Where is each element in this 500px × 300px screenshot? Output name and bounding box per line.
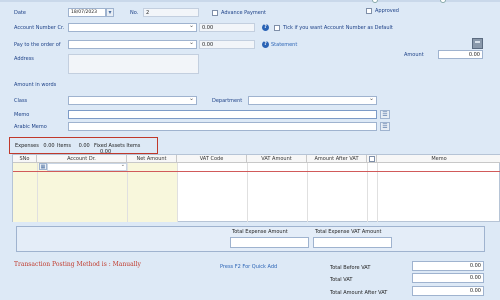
tab-expenses-label: Expenses [15, 143, 39, 149]
quick-add-hint: Press F2 For Quick Add [220, 264, 278, 270]
col-account-dr[interactable]: Account Dr. [37, 155, 127, 163]
arabic-memo-field[interactable] [68, 122, 377, 131]
grid-header: SNo Account Dr. Net Amount VAT Code VAT … [13, 155, 500, 163]
no-field: 2 [143, 8, 199, 17]
total-expense-vat-amount-field [313, 237, 392, 248]
col-net-amount[interactable]: Net Amount [127, 155, 177, 163]
col-select-all[interactable] [367, 155, 377, 163]
expenses-grid[interactable]: SNo Account Dr. Net Amount VAT Code VAT … [12, 154, 500, 222]
no-label: No. [130, 10, 139, 16]
arabic-memo-label: Arabic Memo [14, 124, 47, 130]
total-before-vat-field: 0.00 [412, 261, 484, 271]
account-number-label: Account Number Cr. [14, 25, 65, 31]
top-strip [0, 0, 500, 2]
approved-label: Approved [375, 8, 399, 14]
top-cut-radio-2[interactable] [440, 0, 446, 3]
col-memo[interactable]: Memo [377, 155, 500, 163]
tab-items[interactable]: Items 0.00 [57, 143, 90, 149]
advance-payment-label: Advance Payment [221, 10, 267, 16]
tab-items-value: 0.00 [78, 143, 90, 149]
tab-expenses[interactable]: Expenses 0.00 [15, 143, 55, 149]
amount-label: Amount [404, 52, 424, 58]
address-field [68, 54, 199, 74]
date-value: 18/07/2023 [71, 10, 97, 15]
total-vat-label: Total VAT [330, 277, 353, 283]
tab-expenses-value: 0.00 [43, 143, 55, 149]
posting-method-text: Transaction Posting Method is : Manually [14, 261, 141, 268]
col-sno[interactable]: SNo [13, 155, 37, 163]
tab-strip: Expenses 0.00 Items 0.00 Fixed Assets It… [12, 142, 156, 155]
memo-translate-icon[interactable]: ☰ [380, 110, 390, 119]
total-amount-after-vat-label: Total Amount After VAT [330, 290, 388, 296]
col-amount-after-vat[interactable]: Amount After VAT [307, 155, 367, 163]
address-label: Address [14, 56, 34, 62]
amount-field[interactable]: 0.00 [438, 50, 483, 59]
col-vat-code[interactable]: VAT Code [177, 155, 247, 163]
arabic-memo-translate-icon[interactable]: ☰ [380, 122, 390, 131]
grid-body: ▦ ⌄ [13, 162, 500, 222]
approved-checkbox[interactable] [366, 8, 372, 14]
row-account-dropdown-icon[interactable]: ⌄ [121, 162, 125, 168]
amount-in-words-label: Amount in words [14, 82, 57, 88]
total-expense-vat-amount-label: Total Expense VAT Amount [315, 229, 382, 235]
total-before-vat-value: 0.00 [469, 263, 481, 269]
total-vat-field: 0.00 [412, 273, 484, 283]
col-vat-amount[interactable]: VAT Amount [247, 155, 307, 163]
account-number-combo[interactable] [68, 22, 197, 32]
row-lookup-icon[interactable]: ▦ [39, 163, 47, 170]
total-amount-after-vat-field: 0.00 [412, 286, 484, 296]
top-cut-radio-1[interactable] [372, 0, 378, 3]
tick-default-label: Tick if you want Account Number as Defau… [283, 25, 393, 31]
calculator-icon[interactable] [472, 38, 483, 49]
total-expense-amount-field [230, 237, 309, 248]
memo-field[interactable] [68, 110, 377, 119]
date-label: Date [14, 10, 26, 16]
table-row[interactable]: ▦ ⌄ [13, 162, 500, 172]
statement-help-icon[interactable]: ? [262, 41, 269, 48]
amount-value: 0.00 [468, 52, 480, 58]
pay-to-amount-value: 0.00 [202, 42, 214, 48]
pay-to-amount-field: 0.00 [199, 40, 255, 49]
total-vat-value: 0.00 [469, 275, 481, 281]
pay-to-combo[interactable] [68, 39, 197, 49]
date-field[interactable]: 18/07/2023 [68, 8, 106, 17]
account-amount-field: 0.00 [199, 23, 255, 32]
class-label: Class [14, 98, 28, 104]
account-amount-value: 0.00 [202, 25, 214, 31]
total-amount-after-vat-value: 0.00 [469, 288, 481, 294]
row-account-combo[interactable]: ⌄ [47, 162, 127, 171]
no-value: 2 [146, 10, 150, 16]
department-label: Department [212, 98, 243, 104]
select-all-checkbox[interactable] [368, 156, 375, 162]
total-expense-amount-label: Total Expense Amount [232, 229, 288, 235]
memo-label: Memo [14, 112, 30, 118]
class-combo[interactable] [68, 95, 197, 105]
total-before-vat-label: Total Before VAT [330, 265, 371, 271]
statement-link[interactable]: Statement [271, 42, 297, 48]
calendar-dropdown-icon[interactable]: ▾ [106, 8, 114, 17]
advance-payment-checkbox[interactable] [212, 10, 218, 16]
department-combo[interactable] [248, 95, 377, 105]
pay-to-label: Pay to the order of [14, 42, 61, 48]
help-icon[interactable]: ? [262, 24, 269, 31]
tick-default-checkbox[interactable] [274, 25, 280, 31]
tab-items-label: Items [57, 143, 71, 149]
